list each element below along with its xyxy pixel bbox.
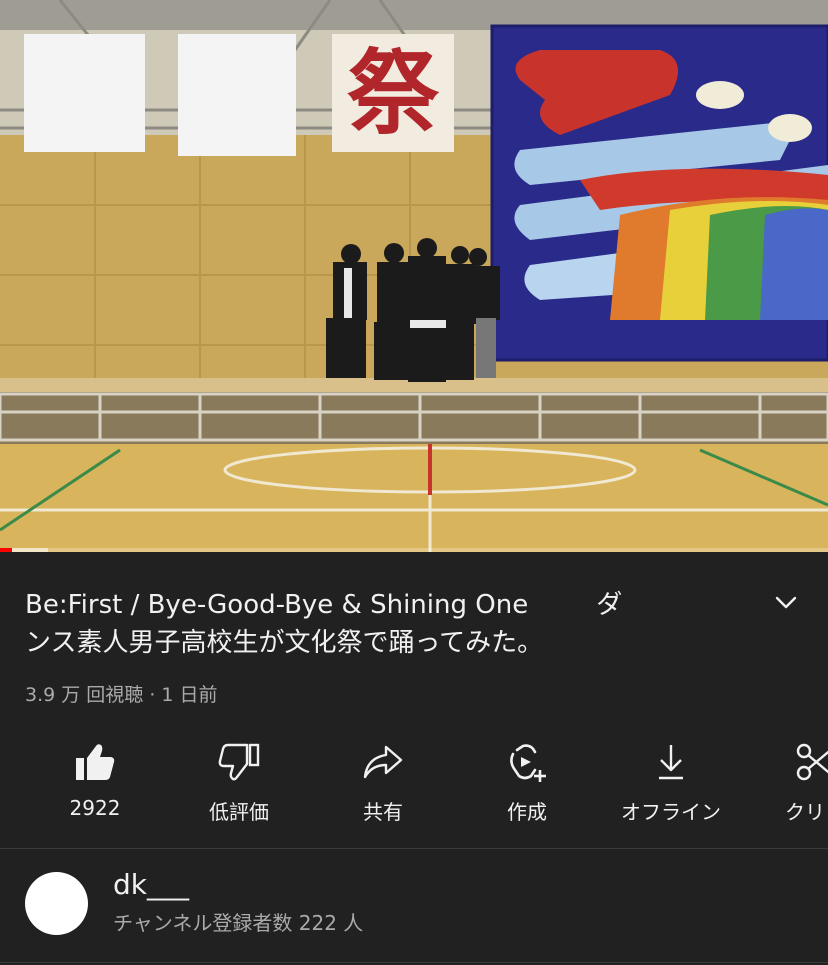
view-count-and-date: 3.9 万 回視聴 · 1 日前 <box>25 684 218 706</box>
download-icon <box>659 745 683 780</box>
dislike-label: 低評価 <box>209 800 269 824</box>
channel-name[interactable]: dk___ <box>113 868 189 901</box>
chevron-down-icon <box>775 596 797 609</box>
share-arrow-icon <box>363 745 403 779</box>
share-button[interactable]: 共有 <box>318 738 448 838</box>
divider <box>0 848 828 849</box>
title-line-1: Be:First / Bye-Good-Bye & Shining One ダ <box>25 586 765 624</box>
like-count: 2922 <box>69 796 121 820</box>
subscriber-count: チャンネル登録者数 222 人 <box>113 911 364 935</box>
download-label: オフライン <box>621 800 721 824</box>
title-line-1-tail: ダ <box>596 590 623 620</box>
thumbs-up-filled-icon <box>76 744 115 780</box>
title-line-1-text: Be:First / Bye-Good-Bye & Shining One <box>25 590 529 620</box>
scissors-icon <box>796 743 828 781</box>
title-line-2: ンス素人男子高校生が文化祭で踊ってみた。 <box>25 628 544 658</box>
channel-avatar[interactable] <box>25 872 88 935</box>
video-player[interactable]: 祭 <box>0 0 828 552</box>
create-label: 作成 <box>507 800 547 824</box>
download-button[interactable]: オフライン <box>606 738 736 838</box>
video-title[interactable]: Be:First / Bye-Good-Bye & Shining One ダ ン… <box>25 586 765 662</box>
create-icon <box>510 744 546 782</box>
thumbs-down-icon <box>218 743 260 781</box>
expand-description-button[interactable] <box>770 590 802 616</box>
progress-bar[interactable] <box>0 548 828 552</box>
clip-label: クリッ <box>785 800 828 824</box>
create-button[interactable]: 作成 <box>462 738 592 838</box>
festival-sign-text: 祭 <box>346 39 439 147</box>
clip-button[interactable]: クリッ <box>750 738 828 838</box>
share-label: 共有 <box>363 800 403 824</box>
progress-played <box>0 548 12 552</box>
like-button[interactable]: 2922 <box>30 738 160 838</box>
dislike-button[interactable]: 低評価 <box>174 738 304 838</box>
divider-bottom <box>0 962 828 963</box>
action-bar: 2922 低評価 共有 作成 オフライン クリ <box>0 738 828 838</box>
